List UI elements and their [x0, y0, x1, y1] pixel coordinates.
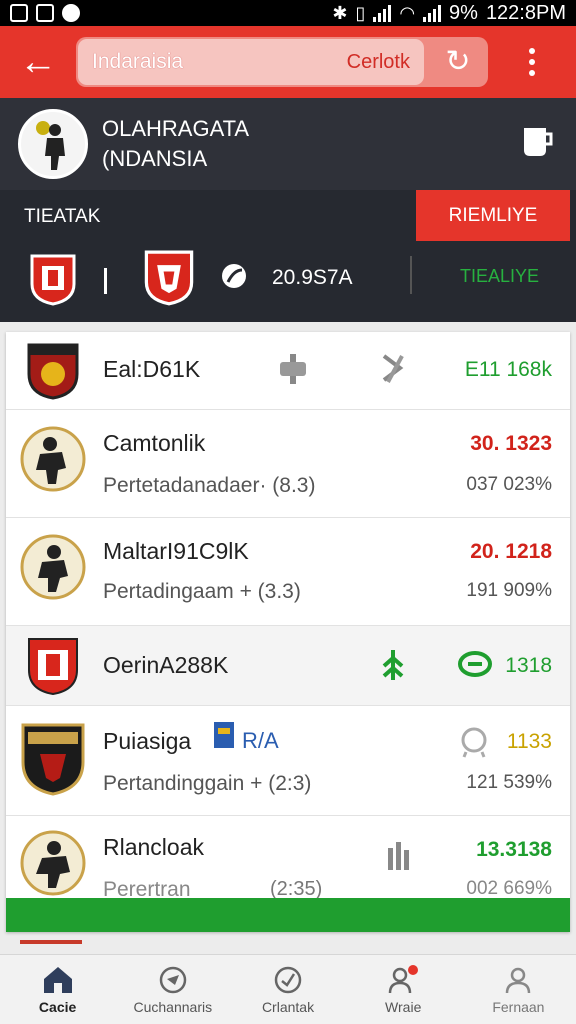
team-name: Puiasiga	[103, 728, 192, 754]
page-title: OLAHRAGATA (NDANSIA	[102, 116, 250, 171]
team-value: E11 168k	[464, 358, 552, 381]
player-silhouette-icon	[36, 121, 65, 170]
list-item[interactable]: MaltarI91C9lK Pertadingaam + (3.3) 20. 1…	[6, 518, 570, 626]
value-secondary: 121 539%	[466, 772, 552, 793]
away-team-crest-icon	[144, 250, 194, 306]
value-primary: 13.3138	[476, 838, 552, 861]
home-icon	[43, 966, 72, 993]
match-detail: Pertetadanadaer· (8.3)	[103, 474, 316, 497]
nav-matches[interactable]: Crlantak	[230, 955, 345, 1024]
value-secondary: 002 669%	[466, 878, 552, 899]
leaf-icon	[382, 650, 404, 680]
swap-icon	[382, 354, 404, 383]
search-bar[interactable]: Indaraisia Cerlotk ↻	[76, 37, 488, 87]
team-name: Eal:D61K	[103, 356, 201, 382]
nav-channels[interactable]: Cuchannaris	[115, 955, 230, 1024]
nav-label: Cuchannaris	[133, 998, 213, 1015]
nav-profile[interactable]: Fernaan	[461, 955, 576, 1024]
bluetooth-icon: ✱	[332, 2, 348, 23]
search-hint: Cerlotk	[346, 50, 410, 73]
list-item[interactable]: Rlancloak Perertran (2:35) 13.3138 002 6…	[6, 816, 570, 901]
bottom-navigation: Cacie Cuchannaris Crlantak Wraie Fernaan	[0, 954, 576, 1024]
match-strip: TIEATAK RIEMLIYE 20.9S7A TIEALIYE	[0, 190, 576, 322]
back-arrow-icon[interactable]: ←	[0, 26, 76, 98]
live-button[interactable]: RIEMLIYE	[416, 190, 570, 241]
battery-level: 9%	[449, 1, 478, 24]
refresh-icon[interactable]: ↻	[440, 44, 476, 80]
flag-icon	[214, 722, 234, 748]
list-item[interactable]: Eal:D61K E11 168k	[6, 332, 570, 410]
value-primary: 1133	[506, 730, 552, 753]
live-status: TIEALIYE	[460, 266, 540, 286]
check-circle-icon	[274, 966, 302, 993]
value-primary: 30. 1323	[470, 432, 552, 455]
gallery-notification-icon	[10, 4, 28, 22]
player-name: Rlancloak	[103, 834, 204, 860]
person-icon	[506, 967, 531, 993]
highlight-bar	[6, 898, 570, 932]
nav-label: Crlantak	[261, 998, 315, 1015]
team-name: OerinA288K	[103, 652, 229, 678]
player-avatar-icon	[20, 426, 86, 492]
wifi-icon: ◠	[399, 2, 416, 23]
profile-header: OLAHRAGATA (NDANSIA	[0, 98, 576, 190]
section-label: TIEATAK	[24, 206, 101, 227]
search-input-value: Indaraisia	[92, 50, 184, 73]
player-avatar-icon	[20, 830, 86, 896]
player-avatar-icon	[20, 534, 86, 600]
list-item[interactable]: Camtonlik Pertetadanadaer· (8.3) 30. 132…	[6, 410, 570, 518]
nav-friends[interactable]: Wraie	[346, 955, 461, 1024]
search-field[interactable]: Indaraisia Cerlotk	[78, 39, 424, 85]
match-score: 20.9S7A	[272, 266, 353, 289]
team-crest-icon	[21, 723, 85, 796]
team-crest-icon	[27, 343, 79, 400]
clock: 122:8PM	[485, 1, 566, 24]
stats-icon	[388, 842, 409, 870]
match-summary-row[interactable]: 20.9S7A TIEALIYE	[0, 242, 576, 322]
value-secondary: 037 023%	[466, 474, 552, 495]
team-value: 1318	[505, 654, 552, 677]
signal-icon	[373, 4, 392, 22]
home-team-crest-icon	[30, 254, 76, 306]
player-name: MaltarI91C9lK	[103, 538, 249, 564]
ball-icon	[222, 264, 246, 288]
app-bar: ← Indaraisia Cerlotk ↻	[0, 26, 576, 98]
value-primary: 20. 1218	[470, 540, 552, 563]
nav-label: Wraie	[385, 998, 422, 1015]
nav-home[interactable]: Cacie	[0, 955, 115, 1024]
team-tag: R/A	[242, 728, 279, 753]
overflow-menu-icon[interactable]	[488, 48, 576, 76]
nav-label: Fernaan	[492, 998, 545, 1015]
signal-icon-2	[423, 4, 442, 22]
mascot-icon	[461, 727, 487, 758]
vibrate-icon: ▯	[355, 2, 366, 23]
divider	[410, 256, 412, 294]
app-screen: ✱ ▯ ◠ 9% 122:8PM ← Indaraisia Cerlotk ↻	[0, 0, 576, 1024]
app-notification-icon	[36, 4, 54, 22]
list-item[interactable]: Puiasiga R/A Pertandinggain + (2:3) 1133…	[6, 706, 570, 816]
stats-icon	[280, 354, 306, 384]
trophy-icon[interactable]	[520, 124, 554, 160]
next-list-item	[20, 940, 82, 954]
divider	[104, 268, 107, 294]
team-crest-icon	[28, 638, 78, 696]
compass-icon	[159, 966, 187, 993]
list-item[interactable]: OerinA288K 1318	[6, 626, 570, 706]
match-detail: Pertandinggain + (2:3)	[103, 772, 312, 795]
nav-label: Cacie	[38, 998, 77, 1015]
player-name: Camtonlik	[103, 430, 206, 456]
ticket-icon	[458, 651, 492, 677]
match-detail: Pertadingaam + (3.3)	[103, 580, 301, 603]
avatar[interactable]	[18, 109, 88, 179]
status-bar: ✱ ▯ ◠ 9% 122:8PM	[0, 0, 576, 26]
message-notification-icon	[62, 4, 80, 22]
match-list: Eal:D61K E11 168k Camtonlik Pertetadanad…	[6, 332, 570, 932]
value-secondary: 191 909%	[466, 580, 552, 601]
notification-badge	[407, 965, 418, 975]
